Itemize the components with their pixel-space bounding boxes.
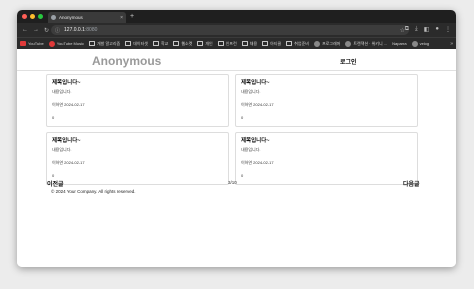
post-content: 내용입니다. (52, 147, 72, 152)
close-window-button[interactable] (22, 14, 27, 19)
post-count: 0 (241, 115, 244, 120)
post-card[interactable]: 제목입니다~ 내용입니다. 이하연 2024-02-17 0 (235, 132, 418, 185)
page-icon (411, 40, 418, 47)
post-author-date: 이하연 2024-02-17 (52, 102, 85, 107)
post-title: 제목입니다~ (52, 80, 81, 86)
header-divider (17, 70, 456, 71)
page-content: Anonymous 로그인 제목입니다~ 내용입니다. 이하연 2024-02-… (17, 49, 456, 267)
post-card[interactable]: 제목입니다~ 내용입니다. 이하연 2024-02-17 0 (235, 74, 418, 127)
folder-icon (197, 41, 204, 46)
bookmark-item[interactable]: YouTube Music (48, 40, 84, 47)
bookmark-folder[interactable]: 아티클 (262, 41, 281, 47)
folder-icon (286, 41, 293, 46)
folder-icon (241, 41, 248, 46)
post-content: 내용입니다. (241, 147, 261, 152)
maximize-window-button[interactable] (38, 14, 43, 19)
bookmark-item[interactable]: velog (411, 40, 429, 47)
post-count: 0 (52, 115, 55, 120)
sidebar-icon[interactable]: ◧ (424, 26, 430, 33)
folder-icon (125, 41, 132, 46)
bookmark-item[interactable]: 프로그래머 (313, 40, 340, 47)
post-count: 0 (52, 173, 55, 178)
post-title: 제목입니다~ (241, 138, 270, 144)
browser-toolbar: ← → ↻ ⓘ 127.0.0.1:8080 ☆ ⧉ ⤓ ◧ ● ⋮ (17, 23, 456, 37)
url-port: :8080 (84, 27, 98, 33)
folder-icon (89, 41, 95, 46)
post-card[interactable]: 제목입니다~ 내용입니다. 이하연 2024-02-17 0 (46, 132, 229, 185)
back-arrow-icon[interactable]: ← (22, 27, 28, 34)
folder-icon (152, 41, 159, 46)
tab-title: Anonymous (59, 15, 83, 20)
bookmark-folder[interactable]: 데이터셋 (125, 41, 148, 47)
tab-close-button[interactable]: × (120, 15, 123, 21)
folder-icon (173, 41, 180, 46)
post-author-date: 이하연 2024-02-17 (241, 102, 274, 107)
site-brand[interactable]: Anonymous (92, 54, 161, 68)
window-controls (22, 14, 43, 19)
site-info-icon[interactable]: ⓘ (55, 27, 60, 34)
bookmark-folder[interactable]: 웹소켓 (173, 41, 192, 47)
download-icon[interactable]: ⤓ (415, 26, 418, 33)
address-bar[interactable]: ⓘ 127.0.0.1:8080 ☆ (51, 25, 409, 35)
bookmark-item[interactable]: 트랜잭션 · 위키니 ... (345, 40, 387, 47)
post-title: 제목입니다~ (52, 138, 81, 144)
minimize-window-button[interactable] (30, 14, 35, 19)
folder-icon (262, 41, 269, 46)
bookmark-folder[interactable]: 취업준비 (286, 41, 309, 47)
youtube-icon (20, 41, 26, 46)
bookmark-folder[interactable]: 개인 (197, 41, 213, 47)
profile-icon[interactable]: ● (435, 26, 439, 33)
login-button[interactable]: 로그인 (340, 57, 357, 66)
bookmark-folder[interactable]: 개발 알고리즘 (89, 41, 120, 47)
post-author-date: 이하연 2024-02-17 (241, 160, 274, 165)
post-content: 내용입니다. (52, 89, 72, 94)
next-page-button[interactable]: 다음글 (403, 179, 420, 188)
forward-arrow-icon[interactable]: → (33, 27, 39, 34)
globe-icon (51, 15, 56, 20)
prev-page-button[interactable]: 이전글 (47, 179, 64, 188)
post-title: 제목입니다~ (241, 80, 270, 86)
bookmark-folder[interactable]: 학교 (152, 41, 168, 47)
menu-icon[interactable]: ⋮ (445, 26, 451, 33)
folder-icon (217, 41, 224, 46)
page-indicator: 3/10 (228, 180, 237, 185)
bookmark-folder[interactable]: 인프런 (217, 41, 237, 47)
url-host: 127.0.0.1 (64, 27, 85, 33)
post-count: 0 (241, 173, 244, 178)
post-card[interactable]: 제목입니다~ 내용입니다. 이하연 2024-02-17 0 (46, 74, 229, 127)
title-bar: Anonymous × + (17, 10, 456, 23)
page-icon (313, 40, 320, 47)
bookmark-folder[interactable]: 채용 (241, 41, 257, 47)
post-author-date: 이하연 2024-02-17 (52, 160, 85, 165)
bookmark-item[interactable]: Naparra (392, 41, 406, 46)
browser-tab[interactable]: Anonymous × (48, 12, 126, 23)
footer-copyright: © 2024 Your Company. All rights reserved… (51, 189, 136, 194)
browser-window: Anonymous × + ← → ↻ ⓘ 127.0.0.1:8080 ☆ ⧉… (17, 10, 456, 267)
youtube-music-icon (48, 40, 55, 47)
more-bookmarks-icon[interactable]: » (450, 41, 453, 47)
extensions-icon[interactable]: ⧉ (405, 26, 409, 33)
bookmarks-bar: YouTube YouTube Music 개발 알고리즘 데이터셋 학교 웹소… (17, 37, 456, 49)
bookmark-item[interactable]: YouTube (20, 41, 44, 46)
reload-icon[interactable]: ↻ (44, 27, 49, 34)
post-content: 내용입니다. (241, 89, 261, 94)
new-tab-button[interactable]: + (130, 12, 134, 21)
page-icon (345, 40, 352, 47)
